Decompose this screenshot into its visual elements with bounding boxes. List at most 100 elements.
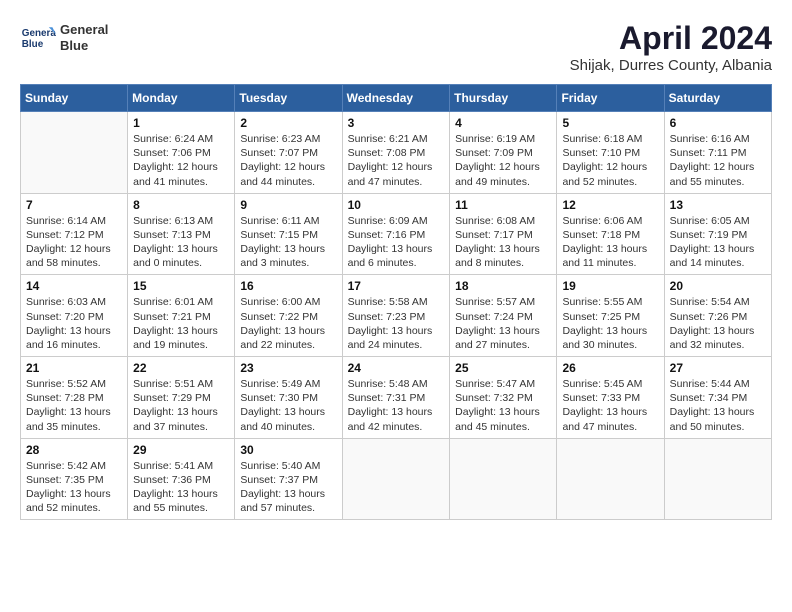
calendar-cell: 17 Sunrise: 5:58 AMSunset: 7:23 PMDayligh…: [342, 275, 450, 357]
logo: General Blue General Blue: [20, 20, 108, 56]
calendar-cell: 9 Sunrise: 6:11 AMSunset: 7:15 PMDaylight…: [235, 193, 342, 275]
title-block: April 2024 Shijak, Durres County, Albani…: [570, 20, 772, 74]
day-info: Sunrise: 6:03 AMSunset: 7:20 PMDaylight:…: [26, 295, 122, 352]
day-number: 18: [455, 279, 551, 293]
calendar-cell: [342, 438, 450, 520]
day-number: 14: [26, 279, 122, 293]
calendar-cell: 3Sunrise: 6:21 AMSunset: 7:08 PMDaylight…: [342, 112, 450, 194]
calendar-cell: 13 Sunrise: 6:05 AMSunset: 7:19 PMDayligh…: [664, 193, 771, 275]
day-info: Sunrise: 5:44 AMSunset: 7:34 PMDaylight:…: [670, 377, 766, 434]
day-number: 17: [348, 279, 445, 293]
calendar-cell: 28 Sunrise: 5:42 AMSunset: 7:35 PMDayligh…: [21, 438, 128, 520]
calendar-cell: 14 Sunrise: 6:03 AMSunset: 7:20 PMDayligh…: [21, 275, 128, 357]
weekday-header-sunday: Sunday: [21, 85, 128, 112]
month-year-title: April 2024: [570, 20, 772, 57]
day-info: Sunrise: 5:58 AMSunset: 7:23 PMDaylight:…: [348, 295, 445, 352]
day-number: 7: [26, 198, 122, 212]
calendar-cell: [21, 112, 128, 194]
day-number: 8: [133, 198, 229, 212]
day-number: 12: [562, 198, 658, 212]
calendar-week-row: 14 Sunrise: 6:03 AMSunset: 7:20 PMDayligh…: [21, 275, 772, 357]
calendar-week-row: 1Sunrise: 6:24 AMSunset: 7:06 PMDaylight…: [21, 112, 772, 194]
calendar-cell: 21 Sunrise: 5:52 AMSunset: 7:28 PMDayligh…: [21, 357, 128, 439]
calendar-cell: 24 Sunrise: 5:48 AMSunset: 7:31 PMDayligh…: [342, 357, 450, 439]
day-number: 23: [240, 361, 336, 375]
logo-text-general: General: [60, 22, 108, 38]
day-info: Sunrise: 5:47 AMSunset: 7:32 PMDaylight:…: [455, 377, 551, 434]
day-info: Sunrise: 5:40 AMSunset: 7:37 PMDaylight:…: [240, 459, 336, 516]
calendar-cell: 8 Sunrise: 6:13 AMSunset: 7:13 PMDaylight…: [128, 193, 235, 275]
day-info: Sunrise: 5:55 AMSunset: 7:25 PMDaylight:…: [562, 295, 658, 352]
location-subtitle: Shijak, Durres County, Albania: [570, 57, 772, 74]
calendar-cell: 22Sunrise: 5:51 AMSunset: 7:29 PMDayligh…: [128, 357, 235, 439]
calendar-cell: 26Sunrise: 5:45 AMSunset: 7:33 PMDayligh…: [557, 357, 664, 439]
calendar-cell: 15Sunrise: 6:01 AMSunset: 7:21 PMDayligh…: [128, 275, 235, 357]
day-info: Sunrise: 5:57 AMSunset: 7:24 PMDaylight:…: [455, 295, 551, 352]
calendar-week-row: 21 Sunrise: 5:52 AMSunset: 7:28 PMDayligh…: [21, 357, 772, 439]
day-info: Sunrise: 5:42 AMSunset: 7:35 PMDaylight:…: [26, 459, 122, 516]
calendar-week-row: 7 Sunrise: 6:14 AMSunset: 7:12 PMDaylight…: [21, 193, 772, 275]
day-info: Sunrise: 5:41 AMSunset: 7:36 PMDaylight:…: [133, 459, 229, 516]
day-number: 5: [562, 116, 658, 130]
logo-icon: General Blue: [20, 20, 56, 56]
calendar-cell: [664, 438, 771, 520]
calendar-cell: 6Sunrise: 6:16 AMSunset: 7:11 PMDaylight…: [664, 112, 771, 194]
weekday-header-tuesday: Tuesday: [235, 85, 342, 112]
calendar-cell: 29Sunrise: 5:41 AMSunset: 7:36 PMDayligh…: [128, 438, 235, 520]
day-number: 11: [455, 198, 551, 212]
day-number: 24: [348, 361, 445, 375]
day-info: Sunrise: 6:14 AMSunset: 7:12 PMDaylight:…: [26, 214, 122, 271]
calendar-cell: 25 Sunrise: 5:47 AMSunset: 7:32 PMDayligh…: [450, 357, 557, 439]
calendar-cell: 18 Sunrise: 5:57 AMSunset: 7:24 PMDayligh…: [450, 275, 557, 357]
calendar-week-row: 28 Sunrise: 5:42 AMSunset: 7:35 PMDayligh…: [21, 438, 772, 520]
calendar-cell: [450, 438, 557, 520]
day-info: Sunrise: 6:01 AMSunset: 7:21 PMDaylight:…: [133, 295, 229, 352]
calendar-cell: 10 Sunrise: 6:09 AMSunset: 7:16 PMDayligh…: [342, 193, 450, 275]
calendar-cell: 19 Sunrise: 5:55 AMSunset: 7:25 PMDayligh…: [557, 275, 664, 357]
page-header: General Blue General Blue April 2024 Shi…: [20, 20, 772, 74]
day-info: Sunrise: 5:51 AMSunset: 7:29 PMDaylight:…: [133, 377, 229, 434]
day-number: 13: [670, 198, 766, 212]
calendar-cell: 27 Sunrise: 5:44 AMSunset: 7:34 PMDayligh…: [664, 357, 771, 439]
day-number: 10: [348, 198, 445, 212]
day-number: 16: [240, 279, 336, 293]
day-info: Sunrise: 5:52 AMSunset: 7:28 PMDaylight:…: [26, 377, 122, 434]
calendar-cell: 16 Sunrise: 6:00 AMSunset: 7:22 PMDayligh…: [235, 275, 342, 357]
day-number: 4: [455, 116, 551, 130]
calendar-cell: 7 Sunrise: 6:14 AMSunset: 7:12 PMDaylight…: [21, 193, 128, 275]
calendar-cell: [557, 438, 664, 520]
day-number: 25: [455, 361, 551, 375]
day-number: 30: [240, 443, 336, 457]
calendar-cell: 12Sunrise: 6:06 AMSunset: 7:18 PMDayligh…: [557, 193, 664, 275]
day-info: Sunrise: 6:23 AMSunset: 7:07 PMDaylight:…: [240, 132, 336, 189]
day-number: 21: [26, 361, 122, 375]
day-number: 28: [26, 443, 122, 457]
day-info: Sunrise: 6:00 AMSunset: 7:22 PMDaylight:…: [240, 295, 336, 352]
calendar-header-row: SundayMondayTuesdayWednesdayThursdayFrid…: [21, 85, 772, 112]
calendar-cell: 5 Sunrise: 6:18 AMSunset: 7:10 PMDaylight…: [557, 112, 664, 194]
weekday-header-saturday: Saturday: [664, 85, 771, 112]
svg-text:Blue: Blue: [22, 39, 44, 50]
day-info: Sunrise: 6:09 AMSunset: 7:16 PMDaylight:…: [348, 214, 445, 271]
weekday-header-thursday: Thursday: [450, 85, 557, 112]
day-info: Sunrise: 6:11 AMSunset: 7:15 PMDaylight:…: [240, 214, 336, 271]
day-number: 9: [240, 198, 336, 212]
day-info: Sunrise: 5:49 AMSunset: 7:30 PMDaylight:…: [240, 377, 336, 434]
day-number: 27: [670, 361, 766, 375]
day-info: Sunrise: 5:48 AMSunset: 7:31 PMDaylight:…: [348, 377, 445, 434]
calendar-cell: 4Sunrise: 6:19 AMSunset: 7:09 PMDaylight…: [450, 112, 557, 194]
day-number: 1: [133, 116, 229, 130]
day-info: Sunrise: 6:16 AMSunset: 7:11 PMDaylight:…: [670, 132, 766, 189]
calendar-cell: 11 Sunrise: 6:08 AMSunset: 7:17 PMDayligh…: [450, 193, 557, 275]
calendar-cell: 20 Sunrise: 5:54 AMSunset: 7:26 PMDayligh…: [664, 275, 771, 357]
day-number: 19: [562, 279, 658, 293]
day-info: Sunrise: 5:54 AMSunset: 7:26 PMDaylight:…: [670, 295, 766, 352]
day-info: Sunrise: 6:05 AMSunset: 7:19 PMDaylight:…: [670, 214, 766, 271]
svg-text:General: General: [22, 28, 56, 39]
day-info: Sunrise: 6:13 AMSunset: 7:13 PMDaylight:…: [133, 214, 229, 271]
day-number: 20: [670, 279, 766, 293]
calendar-cell: 2Sunrise: 6:23 AMSunset: 7:07 PMDaylight…: [235, 112, 342, 194]
day-info: Sunrise: 6:18 AMSunset: 7:10 PMDaylight:…: [562, 132, 658, 189]
day-info: Sunrise: 6:08 AMSunset: 7:17 PMDaylight:…: [455, 214, 551, 271]
calendar-cell: 23 Sunrise: 5:49 AMSunset: 7:30 PMDayligh…: [235, 357, 342, 439]
